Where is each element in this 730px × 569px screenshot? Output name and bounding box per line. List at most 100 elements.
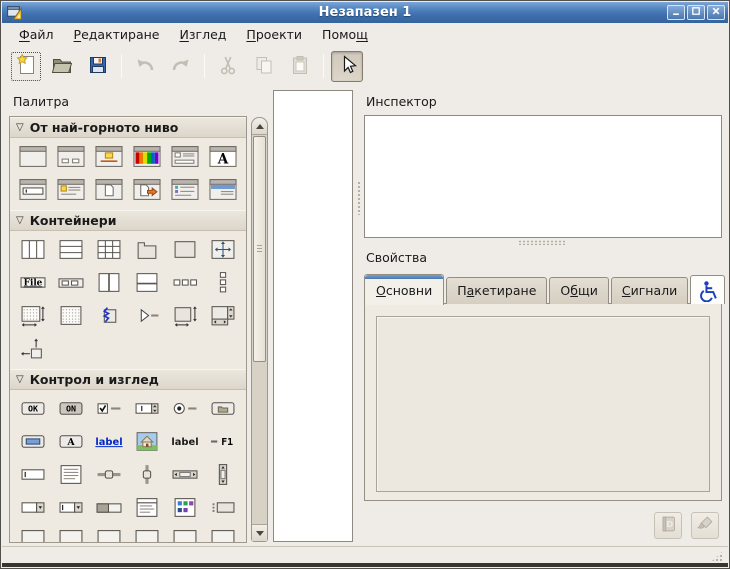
palette-scrollbar[interactable] [251,117,268,542]
palette-item-entry[interactable] [14,459,52,492]
palette-item-combo-box[interactable] [14,492,52,525]
palette-item-image[interactable] [128,426,166,459]
scrollbar-thumb[interactable] [253,136,266,362]
palette-item-window[interactable] [14,141,52,174]
color-button-icon [18,429,48,457]
palette-item-check-button[interactable] [90,393,128,426]
palette-item-clipped-item-4[interactable] [128,525,166,543]
scroll-down-icon[interactable] [252,524,267,541]
palette-item-dialog[interactable] [52,141,90,174]
menu-projects[interactable]: Проекти [239,25,309,44]
palette-item-input-dialog[interactable] [14,174,52,207]
inspector-properties-splitter[interactable] [518,240,566,245]
palette-section-header[interactable]: ▽Контейнери [10,210,246,231]
palette-item-toggle-button[interactable]: ON [52,393,90,426]
palette-item-font-button[interactable]: A [52,426,90,459]
palette-item-color-button[interactable] [14,426,52,459]
font-button-icon: A [56,429,86,457]
palette-item-expander[interactable] [128,300,166,333]
palette-item-file-chooser-button[interactable] [204,393,242,426]
tab-general[interactable]: Основни [364,274,444,305]
palette-item-combo-box-entry[interactable] [52,492,90,525]
palette-item-menubar[interactable]: File [14,267,52,300]
palette-item-vscale[interactable] [128,459,166,492]
palette-item-alignment[interactable] [14,333,52,366]
palette-item-hscale[interactable] [90,459,128,492]
properties-empty-area[interactable] [376,316,710,492]
minimize-button[interactable] [667,5,685,20]
pane-splitter-handle[interactable] [357,181,362,215]
palette-item-scrolled-window[interactable] [204,300,242,333]
palette-item-text-view[interactable] [52,459,90,492]
palette-item-spin-button[interactable] [128,393,166,426]
palette-item-clipped-item-2[interactable] [52,525,90,543]
tab-packing[interactable]: Пакетиране [446,277,547,304]
palette-item-button[interactable]: OK [14,393,52,426]
palette-item-layout[interactable] [52,300,90,333]
tab-accessibility[interactable] [690,275,725,304]
new-button[interactable] [10,51,42,82]
properties-page-general [364,303,722,501]
palette-item-viewport[interactable] [14,300,52,333]
palette-item-vpaned[interactable] [128,267,166,300]
palette-item-hscrollbar[interactable] [166,459,204,492]
palette-item-assistant[interactable] [204,174,242,207]
palette-item-file-chooser-dialog[interactable] [166,141,204,174]
selector-button[interactable] [331,51,363,82]
maximize-button[interactable] [687,5,705,20]
palette-item-cell-view[interactable] [204,492,242,525]
palette-item-link-button[interactable]: label [90,426,128,459]
save-button[interactable] [82,51,114,82]
svg-text:File: File [24,278,43,288]
inspector-view[interactable] [364,115,722,238]
palette-item-vbuttonbox[interactable] [204,267,242,300]
palette-item-recent-chooser-dialog[interactable] [52,174,90,207]
palette-item-hpaned[interactable] [90,267,128,300]
palette-item-progress-bar[interactable] [90,492,128,525]
tab-common[interactable]: Общи [549,277,608,304]
palette-item-icon-view[interactable] [166,492,204,525]
palette-item-vbox[interactable] [52,234,90,267]
palette-item-tree-view[interactable] [128,492,166,525]
palette-item-fixed[interactable] [204,234,242,267]
palette-item-color-selection-dialog[interactable] [128,141,166,174]
close-button[interactable] [707,5,725,20]
palette-item-table[interactable] [90,234,128,267]
palette-item-frame[interactable] [166,234,204,267]
palette-item-vscrollbar[interactable] [204,459,242,492]
palette-item-about-dialog[interactable] [166,174,204,207]
palette-item-clipped-item-5[interactable] [166,525,204,543]
palette-item-message-dialog[interactable] [90,141,128,174]
menu-help[interactable]: Помощ [315,25,375,44]
file-chooser-dialog-icon [170,144,200,172]
design-canvas[interactable] [273,90,353,542]
palette-item-accel-label[interactable]: F1 [204,426,242,459]
menu-file[interactable]: Файл [12,25,61,44]
handlebox-icon [94,303,124,331]
palette-item-file-chooser-save-dialog[interactable] [128,174,166,207]
palette-item-clipped-item-3[interactable] [90,525,128,543]
palette-item-document[interactable] [90,174,128,207]
resize-grip[interactable] [711,550,724,562]
palette-item-toolbar[interactable] [52,267,90,300]
palette-item-handlebox[interactable] [90,300,128,333]
open-button[interactable] [46,51,78,82]
palette-item-label[interactable]: label [166,426,204,459]
palette-item-aspect-frame[interactable] [166,300,204,333]
menu-edit[interactable]: Редактиране [67,25,167,44]
palette-item-font-selection-dialog[interactable]: A [204,141,242,174]
titlebar[interactable]: Незапазен 1 [2,2,728,23]
hbuttonbox-icon [170,270,200,298]
palette-item-hbox[interactable] [14,234,52,267]
palette-item-radio-button[interactable] [166,393,204,426]
palette-item-notebook[interactable] [128,234,166,267]
palette-section-header[interactable]: ▽Контрол и изглед [10,369,246,390]
palette-section-header[interactable]: ▽От най-горното ниво [10,117,246,138]
menu-view[interactable]: Изглед [173,25,234,44]
check-button-icon [94,396,124,424]
scroll-up-icon[interactable] [252,118,267,135]
tab-signals[interactable]: Сигнали [611,277,688,304]
palette-item-hbuttonbox[interactable] [166,267,204,300]
palette-item-clipped-item-6[interactable] [204,525,242,543]
palette-item-clipped-item-1[interactable] [14,525,52,543]
